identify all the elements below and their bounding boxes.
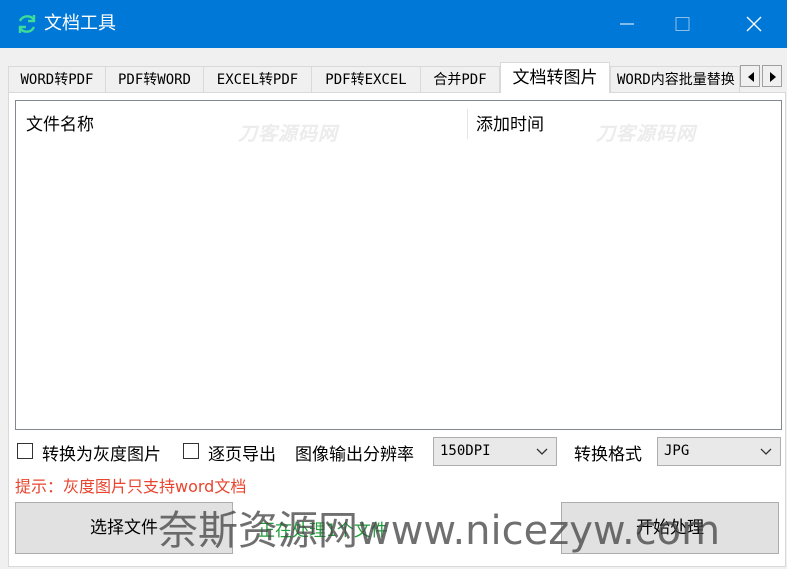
maximize-icon — [675, 17, 690, 31]
hint-text: 提示：灰度图片只支持word文档 — [15, 477, 247, 496]
tab-word-batch-replace[interactable]: WORD内容批量替换 — [610, 66, 740, 92]
list-watermark: 刀客源码网 — [596, 123, 697, 145]
column-separator[interactable] — [467, 109, 468, 139]
resolution-dropdown[interactable]: 150DPI — [433, 437, 557, 466]
tab-word-to-pdf[interactable]: WORD转PDF — [8, 66, 106, 92]
format-value: JPG — [664, 443, 690, 459]
maximize-button[interactable] — [650, 0, 714, 48]
per-page-checkbox[interactable] — [183, 443, 199, 459]
grayscale-checkbox[interactable] — [17, 443, 33, 459]
per-page-label[interactable]: 逐页导出 — [208, 440, 276, 465]
tab-scroll-right-button[interactable] — [762, 65, 782, 87]
arrow-right-icon — [770, 72, 776, 82]
close-button[interactable] — [722, 0, 786, 48]
tab-excel-to-pdf[interactable]: EXCEL转PDF — [203, 66, 312, 92]
chevron-down-icon — [760, 448, 772, 455]
tab-strip: WORD转PDF PDF转WORD EXCEL转PDF PDF转EXCEL 合并… — [0, 62, 787, 94]
resolution-value: 150DPI — [440, 443, 491, 459]
minimize-icon — [620, 23, 634, 25]
grayscale-label[interactable]: 转换为灰度图片 — [42, 440, 161, 465]
tab-pdf-to-word[interactable]: PDF转WORD — [105, 66, 204, 92]
window-title: 文档工具 — [44, 13, 116, 34]
column-header-added-time[interactable]: 添加时间 — [476, 110, 544, 135]
file-list[interactable]: 文件名称 添加时间 刀客源码网 刀客源码网 — [15, 100, 782, 430]
arrow-left-icon — [748, 72, 754, 82]
close-icon — [746, 16, 762, 32]
chevron-down-icon — [536, 448, 548, 455]
list-watermark: 刀客源码网 — [238, 123, 339, 145]
resolution-label: 图像输出分辨率 — [295, 445, 414, 465]
format-dropdown[interactable]: JPG — [657, 437, 781, 466]
tab-scroll-left-button[interactable] — [740, 65, 760, 87]
column-header-file-name[interactable]: 文件名称 — [26, 110, 94, 135]
overlay-watermark: 奈斯资源网www.nicezyw.com — [158, 508, 721, 554]
tab-merge-pdf[interactable]: 合并PDF — [420, 66, 500, 92]
title-bar: 文档工具 — [0, 0, 787, 48]
format-label: 转换格式 — [574, 445, 642, 465]
tab-doc-to-image[interactable]: 文档转图片 — [500, 62, 610, 93]
refresh-icon — [18, 15, 36, 33]
tab-pdf-to-excel[interactable]: PDF转EXCEL — [311, 66, 421, 92]
